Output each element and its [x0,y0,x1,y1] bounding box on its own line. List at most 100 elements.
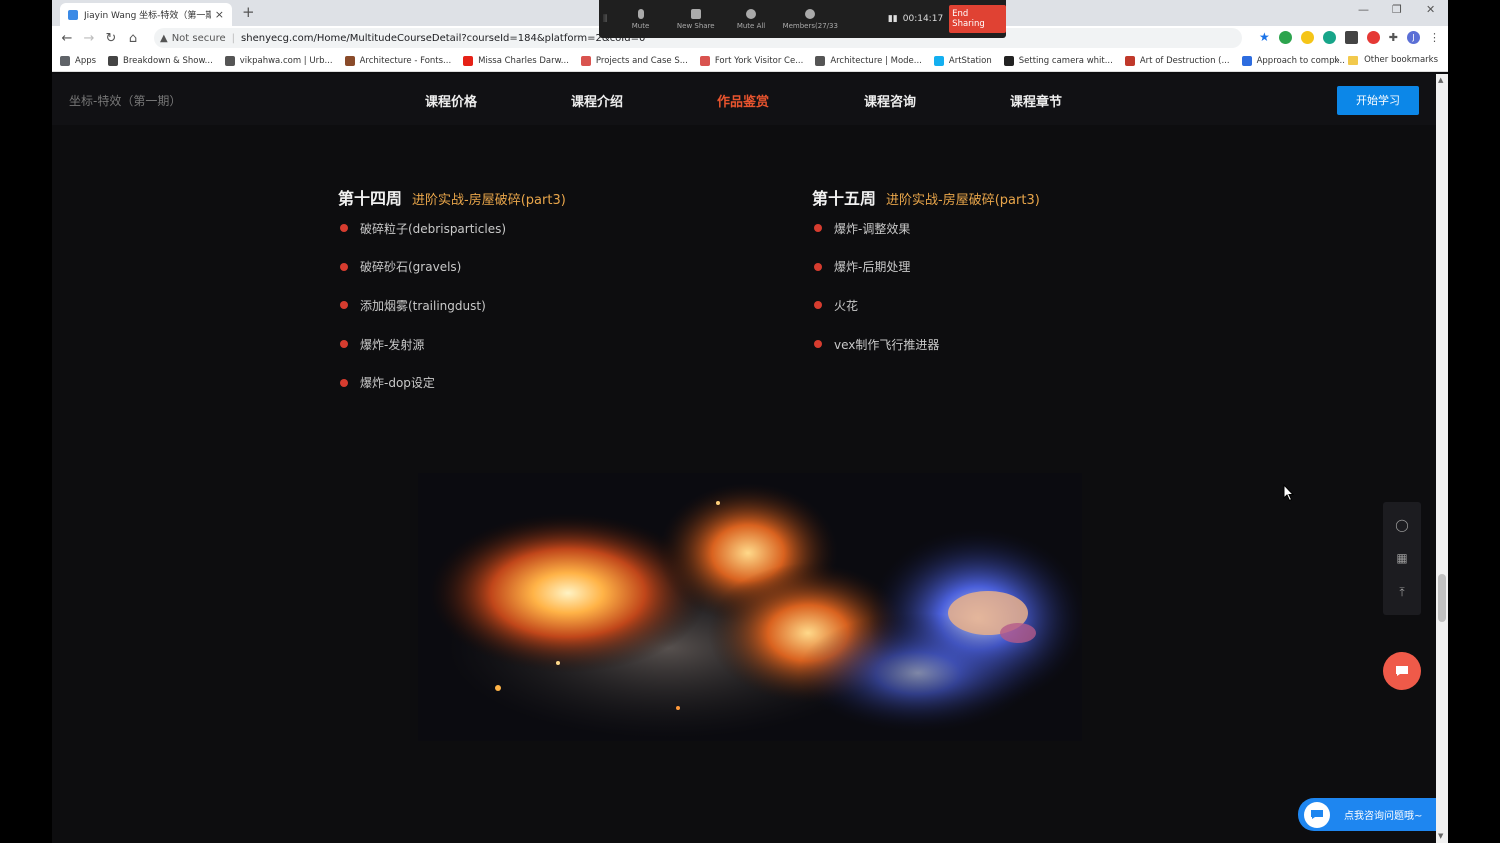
mute-all-button[interactable]: Mute All [723,8,778,30]
nav-course-consult[interactable]: 课程咨询 [864,91,916,110]
bookmark-item[interactable]: Breakdown & Show... [108,55,213,66]
chat-bubble-icon [1304,801,1330,828]
bookmark-item[interactable]: Setting camera whit... [1003,55,1113,66]
lesson-item[interactable]: 破碎砂石(gravels) [338,248,566,287]
bookmark-item[interactable]: Art of Destruction (... [1124,55,1230,66]
mute-label: Mute [631,21,650,30]
week-14-section: 第十四周 进阶实战-房屋破碎(part3) 破碎粒子(debrisparticl… [338,185,566,402]
week-header: 第十五周 进阶实战-房屋破碎(part3) [812,185,1040,209]
bookmark-favicon-icon [815,55,826,66]
chat-button[interactable] [1383,652,1421,690]
bookmark-item[interactable]: vikpahwa.com | Urb... [224,55,333,66]
mute-all-label: Mute All [736,21,766,30]
course-brand[interactable]: 坐标-特效（第一期） [69,92,181,109]
opera-extension-icon[interactable] [1366,30,1380,44]
home-icon[interactable]: ⌂ [122,31,144,46]
bookmarks-overflow-button[interactable]: » [1334,55,1340,66]
back-icon[interactable]: ← [56,31,78,46]
bookmark-item[interactable]: Apps [60,55,97,66]
new-share-button[interactable]: New Share [668,8,723,30]
back-to-top-icon[interactable]: ⤒ [1394,584,1410,600]
nav-course-chapters[interactable]: 课程章节 [1010,91,1062,110]
bookmark-item[interactable]: Architecture - Fonts... [344,55,451,66]
scroll-down-icon[interactable]: ▼ [1438,832,1443,840]
page-scrollbar[interactable]: ▲ ▼ [1436,74,1448,843]
mouse-cursor-icon [1283,484,1295,502]
lesson-item[interactable]: 爆炸-后期处理 [812,248,1040,287]
end-sharing-button[interactable]: End Sharing [949,5,1006,33]
grammarly-extension-icon[interactable] [1322,30,1336,44]
qr-code-icon[interactable]: ▦ [1394,550,1410,566]
floating-toolbar: ◯ ▦ ⤒ [1383,502,1421,615]
nav-course-intro[interactable]: 课程介绍 [571,91,623,110]
restore-button[interactable]: ❐ [1392,3,1402,16]
minimize-button[interactable]: — [1358,3,1369,16]
drag-handle-icon[interactable]: ⦀ [603,14,613,25]
bookmark-label: Architecture | Mode... [830,55,922,66]
nav-course-price[interactable]: 课程价格 [425,91,477,110]
lesson-item[interactable]: 爆炸-调整效果 [812,209,1040,248]
start-learning-button[interactable]: 开始学习 [1337,86,1419,115]
omnibox-divider: | [231,32,236,44]
lesson-item[interactable]: 火花 [812,286,1040,325]
forward-icon[interactable]: → [78,31,100,46]
lesson-item[interactable]: vex制作飞行推进器 [812,325,1040,364]
lesson-label: 添加烟雾(trailingdust) [360,298,486,313]
bookmark-star-icon[interactable]: ★ [1259,30,1270,44]
tab-title: Jiayin Wang 坐标-特效（第一期 [84,11,211,21]
bullet-icon [340,224,348,233]
scroll-up-icon[interactable]: ▲ [1438,76,1443,84]
scroll-thumb[interactable] [1438,574,1446,622]
lesson-item[interactable]: 爆炸-dop设定 [338,363,566,402]
lesson-label: vex制作飞行推进器 [834,337,940,352]
week-header: 第十四周 进阶实战-房屋破碎(part3) [338,185,566,209]
works-showcase-image[interactable] [418,473,1082,741]
members-button[interactable]: Members(27/33 [779,8,842,30]
bookmark-item[interactable]: Projects and Case S... [580,55,688,66]
evernote-extension-icon[interactable] [1278,30,1292,44]
session-timer: ▮▮ 00:14:17 [888,14,943,24]
qq-icon[interactable]: ◯ [1394,517,1410,533]
week-title: 第十四周 [338,189,403,208]
consult-label: 点我咨询问题哦~ [1344,811,1423,822]
menu-kebab-icon[interactable]: ⋮ [1429,31,1440,44]
consult-chat-bar[interactable]: 点我咨询问题哦~ [1298,798,1438,831]
lesson-label: 火花 [834,298,859,313]
explosion-render-graphic [418,473,1082,741]
bookmark-item[interactable]: Fort York Visitor Ce... [699,55,803,66]
bookmark-label: ArtStation [948,55,992,66]
warning-icon: ▲ [160,32,168,44]
bookmark-label: Art of Destruction (... [1139,55,1230,66]
pocket-extension-icon[interactable] [1344,30,1358,44]
bookmark-item[interactable]: Architecture | Mode... [815,55,922,66]
mute-button[interactable]: Mute [613,8,668,30]
bullet-icon [340,378,348,387]
bullet-icon [814,224,822,233]
tab-close-icon[interactable]: × [215,8,224,21]
lesson-item[interactable]: 爆炸-发射源 [338,325,566,364]
extensions-puzzle-icon[interactable]: ✚ [1389,31,1398,44]
nav-works-gallery[interactable]: 作品鉴赏 [717,91,769,110]
bookmark-favicon-icon [344,55,355,66]
profile-avatar[interactable]: J [1407,30,1420,44]
bookmark-item[interactable]: ArtStation [933,55,992,66]
reload-icon[interactable]: ↻ [100,31,122,46]
new-tab-button[interactable]: + [242,3,255,21]
chat-icon [1396,666,1408,676]
lightning-extension-icon[interactable] [1300,30,1314,44]
bookmark-label: Projects and Case S... [595,55,688,66]
bullet-icon [814,340,822,349]
close-window-button[interactable]: ✕ [1426,3,1435,16]
browser-tab[interactable]: Jiayin Wang 坐标-特效（第一期 × [60,3,232,26]
lesson-label: 爆炸-发射源 [360,337,425,352]
bookmark-label: Apps [75,55,97,66]
lesson-item[interactable]: 破碎粒子(debrisparticles) [338,209,566,248]
bookmark-item[interactable]: Approach to compl... [1241,55,1345,66]
lesson-item[interactable]: 添加烟雾(trailingdust) [338,286,566,325]
security-label: Not secure [171,32,226,44]
bookmark-item[interactable]: Missa Charles Darw... [463,55,569,66]
lesson-label: 爆炸-dop设定 [360,376,435,391]
week-15-section: 第十五周 进阶实战-房屋破碎(part3) 爆炸-调整效果 爆炸-后期处理 火花… [812,185,1040,363]
other-bookmarks-folder[interactable]: Other bookmarks [1348,55,1438,65]
site-header: 坐标-特效（第一期） 课程价格 课程介绍 作品鉴赏 课程咨询 课程章节 开始学习 [52,74,1436,125]
